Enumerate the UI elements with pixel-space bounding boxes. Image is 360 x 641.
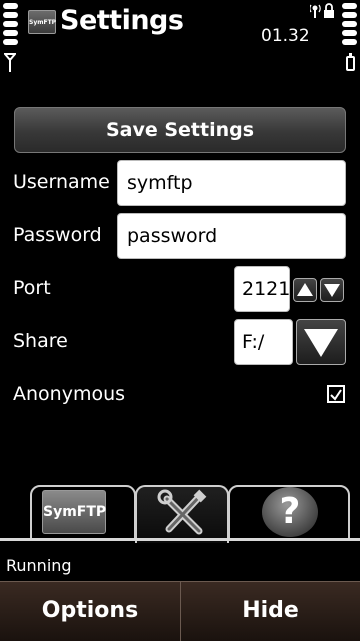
port-label: Port bbox=[13, 277, 51, 299]
help-icon: ? bbox=[262, 487, 318, 537]
status-text: Running bbox=[6, 556, 72, 575]
arrow-up-icon bbox=[297, 283, 313, 296]
battery-icon bbox=[346, 53, 355, 71]
antenna-icon bbox=[4, 53, 16, 72]
port-increment-button[interactable] bbox=[293, 278, 317, 302]
options-softkey[interactable]: Options bbox=[0, 582, 180, 641]
anonymous-label: Anonymous bbox=[13, 383, 126, 405]
tools-icon bbox=[157, 489, 207, 535]
hide-softkey[interactable]: Hide bbox=[181, 582, 360, 641]
username-label: Username bbox=[13, 171, 110, 193]
share-label: Share bbox=[13, 330, 68, 352]
signal-strength-indicator bbox=[3, 3, 18, 48]
page-title: Settings bbox=[60, 5, 184, 36]
share-field[interactable]: F:/ bbox=[234, 319, 293, 365]
chevron-down-icon bbox=[304, 329, 338, 357]
username-field[interactable]: symftp bbox=[117, 160, 346, 206]
status-bar: SymFTP Settings 01.32 bbox=[0, 0, 360, 96]
port-decrement-button[interactable] bbox=[320, 278, 344, 302]
connection-lock-icon bbox=[310, 3, 334, 18]
save-settings-button[interactable]: Save Settings bbox=[14, 107, 346, 153]
app-icon: SymFTP bbox=[28, 10, 56, 34]
arrow-down-icon bbox=[324, 284, 340, 297]
anonymous-checkbox[interactable] bbox=[327, 385, 345, 403]
share-dropdown-button[interactable] bbox=[296, 319, 346, 365]
symftp-logo-icon: SymFTP bbox=[42, 490, 106, 534]
battery-level-indicator bbox=[342, 3, 357, 48]
clock: 01.32 bbox=[261, 26, 310, 46]
softkey-bar: Options Hide bbox=[0, 581, 360, 641]
checkmark-icon bbox=[330, 389, 342, 401]
password-label: Password bbox=[13, 224, 102, 246]
password-field[interactable]: password bbox=[117, 213, 346, 259]
port-field[interactable]: 2121 bbox=[234, 266, 290, 312]
